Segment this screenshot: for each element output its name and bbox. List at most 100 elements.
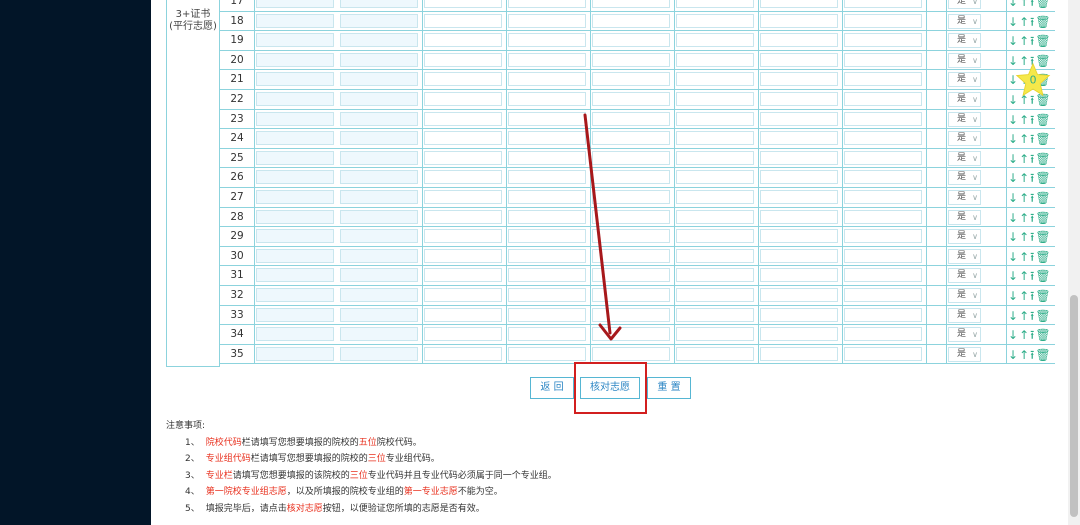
- major-code-input[interactable]: [844, 150, 922, 165]
- move-up-icon[interactable]: ↑: [1019, 250, 1030, 264]
- delete-icon[interactable]: 🗑: [1035, 15, 1051, 29]
- move-down-icon[interactable]: ↓: [1008, 289, 1019, 303]
- major-code-input[interactable]: [592, 346, 670, 361]
- major-code-input[interactable]: [676, 189, 754, 204]
- adjust-select[interactable]: 是 ∨: [948, 287, 981, 303]
- school-code-input[interactable]: [256, 52, 334, 67]
- major-code-input[interactable]: [760, 268, 838, 283]
- adjust-select[interactable]: 是 ∨: [948, 346, 981, 362]
- adjust-select[interactable]: 是 ∨: [948, 229, 981, 245]
- move-up-icon[interactable]: ↑: [1019, 113, 1030, 127]
- scrollbar-thumb[interactable]: [1070, 295, 1078, 517]
- adjust-select[interactable]: 是 ∨: [948, 33, 981, 49]
- major-code-input[interactable]: [424, 170, 502, 185]
- move-up-icon[interactable]: ↑: [1019, 269, 1030, 283]
- school-code-input[interactable]: [256, 189, 334, 204]
- adjust-select[interactable]: 是 ∨: [948, 91, 981, 107]
- major-code-input[interactable]: [592, 72, 670, 87]
- school-code-input[interactable]: [256, 346, 334, 361]
- move-down-icon[interactable]: ↓: [1008, 211, 1019, 225]
- school-code-input[interactable]: [256, 91, 334, 106]
- major-code-input[interactable]: [844, 189, 922, 204]
- group-code-input[interactable]: [340, 327, 418, 342]
- move-up-icon[interactable]: ↑: [1019, 191, 1030, 205]
- major-code-input[interactable]: [424, 111, 502, 126]
- school-code-input[interactable]: [256, 248, 334, 263]
- delete-icon[interactable]: 🗑: [1035, 0, 1051, 9]
- school-code-input[interactable]: [256, 229, 334, 244]
- major-code-input[interactable]: [424, 150, 502, 165]
- major-code-input[interactable]: [760, 346, 838, 361]
- school-code-input[interactable]: [256, 307, 334, 322]
- major-code-input[interactable]: [508, 72, 586, 87]
- move-down-icon[interactable]: ↓: [1008, 348, 1019, 362]
- major-code-input[interactable]: [760, 13, 838, 28]
- major-code-input[interactable]: [424, 131, 502, 146]
- major-code-input[interactable]: [508, 189, 586, 204]
- major-code-input[interactable]: [676, 131, 754, 146]
- major-code-input[interactable]: [424, 287, 502, 302]
- adjust-select[interactable]: 是 ∨: [948, 13, 981, 29]
- major-code-input[interactable]: [760, 307, 838, 322]
- delete-icon[interactable]: 🗑: [1035, 34, 1051, 48]
- adjust-select[interactable]: 是 ∨: [948, 268, 981, 284]
- major-code-input[interactable]: [508, 33, 586, 48]
- major-code-input[interactable]: [424, 189, 502, 204]
- major-code-input[interactable]: [424, 52, 502, 67]
- major-code-input[interactable]: [424, 248, 502, 263]
- major-code-input[interactable]: [844, 72, 922, 87]
- back-button[interactable]: 返 回: [530, 377, 574, 399]
- major-code-input[interactable]: [760, 150, 838, 165]
- school-code-input[interactable]: [256, 287, 334, 302]
- group-code-input[interactable]: [340, 209, 418, 224]
- star-badge-icon[interactable]: 0: [1015, 62, 1051, 98]
- delete-icon[interactable]: 🗑: [1035, 250, 1051, 264]
- move-down-icon[interactable]: ↓: [1008, 309, 1019, 323]
- major-code-input[interactable]: [676, 307, 754, 322]
- school-code-input[interactable]: [256, 13, 334, 28]
- major-code-input[interactable]: [760, 91, 838, 106]
- major-code-input[interactable]: [676, 248, 754, 263]
- major-code-input[interactable]: [760, 52, 838, 67]
- major-code-input[interactable]: [508, 170, 586, 185]
- major-code-input[interactable]: [676, 209, 754, 224]
- major-code-input[interactable]: [592, 248, 670, 263]
- group-code-input[interactable]: [340, 189, 418, 204]
- move-up-icon[interactable]: ↑: [1019, 0, 1030, 9]
- major-code-input[interactable]: [676, 287, 754, 302]
- move-down-icon[interactable]: ↓: [1008, 230, 1019, 244]
- group-code-input[interactable]: [340, 91, 418, 106]
- adjust-select[interactable]: 是 ∨: [948, 150, 981, 166]
- major-code-input[interactable]: [844, 0, 922, 8]
- major-code-input[interactable]: [676, 0, 754, 8]
- major-code-input[interactable]: [592, 229, 670, 244]
- major-code-input[interactable]: [760, 72, 838, 87]
- major-code-input[interactable]: [592, 307, 670, 322]
- delete-icon[interactable]: 🗑: [1035, 230, 1051, 244]
- major-code-input[interactable]: [592, 33, 670, 48]
- delete-icon[interactable]: 🗑: [1035, 348, 1051, 362]
- delete-icon[interactable]: 🗑: [1035, 132, 1051, 146]
- major-code-input[interactable]: [844, 131, 922, 146]
- major-code-input[interactable]: [676, 72, 754, 87]
- group-code-input[interactable]: [340, 0, 418, 8]
- adjust-select[interactable]: 是 ∨: [948, 327, 981, 343]
- school-code-input[interactable]: [256, 268, 334, 283]
- major-code-input[interactable]: [508, 13, 586, 28]
- move-up-icon[interactable]: ↑: [1019, 34, 1030, 48]
- major-code-input[interactable]: [760, 0, 838, 8]
- move-up-icon[interactable]: ↑: [1019, 230, 1030, 244]
- major-code-input[interactable]: [508, 248, 586, 263]
- major-code-input[interactable]: [676, 170, 754, 185]
- major-code-input[interactable]: [676, 346, 754, 361]
- major-code-input[interactable]: [844, 268, 922, 283]
- major-code-input[interactable]: [508, 209, 586, 224]
- major-code-input[interactable]: [508, 150, 586, 165]
- delete-icon[interactable]: 🗑: [1035, 309, 1051, 323]
- major-code-input[interactable]: [592, 111, 670, 126]
- major-code-input[interactable]: [844, 287, 922, 302]
- major-code-input[interactable]: [844, 13, 922, 28]
- adjust-select[interactable]: 是 ∨: [948, 131, 981, 147]
- major-code-input[interactable]: [424, 72, 502, 87]
- delete-icon[interactable]: 🗑: [1035, 328, 1051, 342]
